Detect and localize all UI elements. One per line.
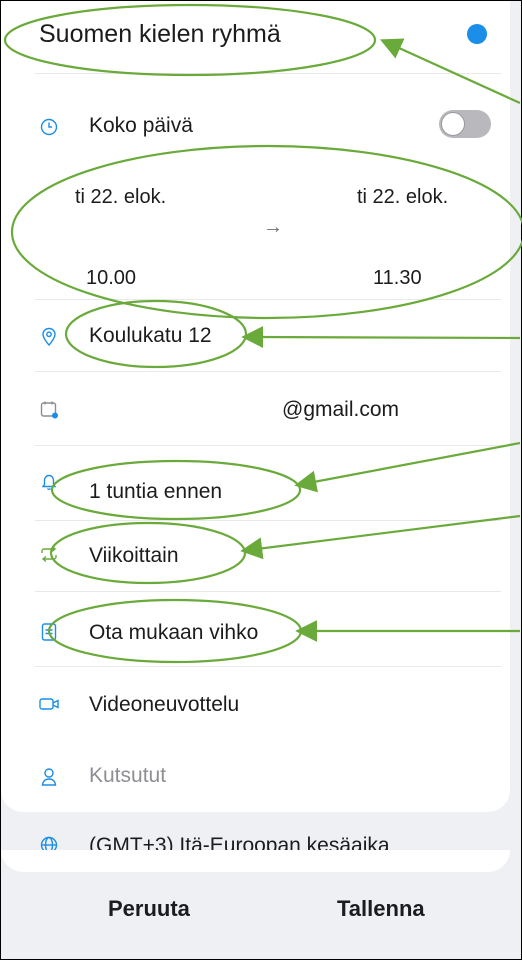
annotation-overlay bbox=[3, 3, 522, 664]
annotation-ellipse-title bbox=[3, 3, 377, 77]
annotation-arrow-repeat bbox=[240, 514, 521, 560]
annotation-ellipse-reminder bbox=[50, 459, 302, 521]
annotation-arrow-location bbox=[241, 326, 521, 349]
annotation-arrow-title bbox=[379, 38, 521, 105]
annotation-ellipse-datetime bbox=[10, 144, 522, 320]
annotation-arrow-reminder bbox=[294, 441, 521, 493]
annotation-ellipse-repeat bbox=[49, 521, 247, 585]
annotation-ellipse-location bbox=[64, 299, 248, 369]
annotation-ellipse-notes bbox=[47, 598, 303, 664]
